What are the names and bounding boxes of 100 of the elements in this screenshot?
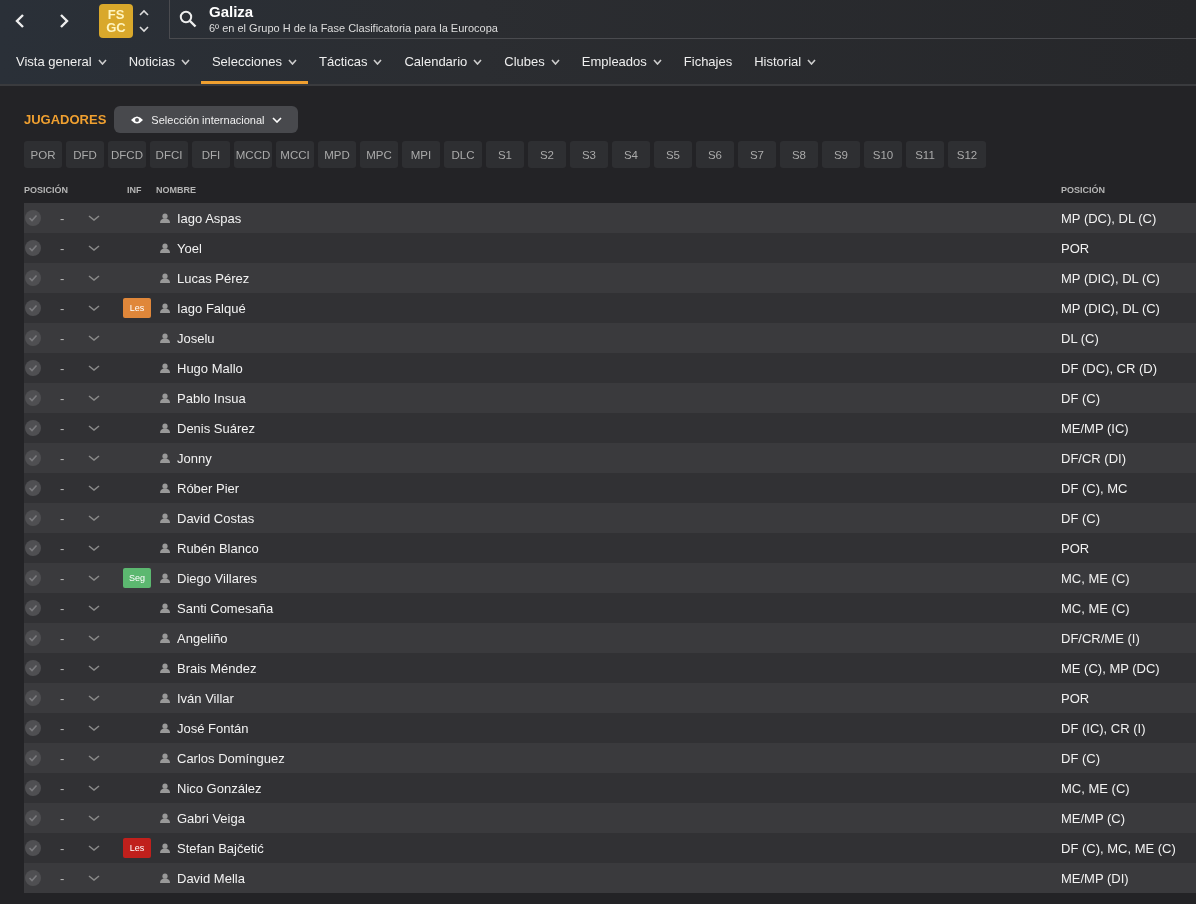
player-row[interactable]: - Rubén Blanco POR (24, 533, 1196, 563)
player-name[interactable]: Iago Aspas (177, 210, 242, 226)
nav-tab[interactable]: Fichajes (672, 42, 744, 84)
player-name[interactable]: Gabri Veiga (177, 810, 245, 826)
player-name[interactable]: Jonny (177, 450, 212, 466)
position-filter-button[interactable]: MPI (402, 141, 440, 168)
position-filter-button[interactable]: MCCD (234, 141, 272, 168)
chevron-down-icon[interactable] (88, 275, 100, 281)
chevron-down-icon[interactable] (88, 365, 100, 371)
nav-tab[interactable]: Selecciones (200, 42, 308, 84)
chevron-down-icon[interactable] (88, 845, 100, 851)
player-row[interactable]: - Seg Diego Villares MC, ME (C) (24, 563, 1196, 593)
chevron-down-icon[interactable] (88, 755, 100, 761)
position-filter-button[interactable]: MPC (360, 141, 398, 168)
player-name[interactable]: Brais Méndez (177, 660, 257, 676)
chevron-down-icon[interactable] (88, 215, 100, 221)
player-row[interactable]: - Jonny DF/CR (DI) (24, 443, 1196, 473)
player-row[interactable]: - Angeliño DF/CR/ME (I) (24, 623, 1196, 653)
position-filter-button[interactable]: POR (24, 141, 62, 168)
chevron-down-icon[interactable] (88, 455, 100, 461)
player-row[interactable]: - Iván Villar POR (24, 683, 1196, 713)
position-filter-button[interactable]: S4 (612, 141, 650, 168)
chevron-down-icon[interactable] (88, 425, 100, 431)
player-name[interactable]: Rubén Blanco (177, 540, 259, 556)
chevron-down-icon[interactable] (88, 605, 100, 611)
player-name[interactable]: Yoel (177, 240, 202, 256)
player-name[interactable]: José Fontán (177, 720, 249, 736)
player-row[interactable]: - Nico González MC, ME (C) (24, 773, 1196, 803)
player-row[interactable]: - Yoel POR (24, 233, 1196, 263)
chevron-down-icon[interactable] (88, 245, 100, 251)
position-filter-button[interactable]: S1 (486, 141, 524, 168)
chevron-down-icon[interactable] (88, 395, 100, 401)
player-name[interactable]: David Mella (177, 870, 245, 886)
player-name[interactable]: Santi Comesaña (177, 600, 274, 616)
position-filter-button[interactable]: S11 (906, 141, 944, 168)
player-name[interactable]: Pablo Insua (177, 390, 246, 406)
nav-tab[interactable]: Clubes (493, 42, 571, 84)
player-row[interactable]: - José Fontán DF (IC), CR (I) (24, 713, 1196, 743)
chevron-down-icon[interactable] (88, 575, 100, 581)
player-row[interactable]: - Pablo Insua DF (C) (24, 383, 1196, 413)
position-filter-button[interactable]: S5 (654, 141, 692, 168)
chevron-down-icon[interactable] (88, 785, 100, 791)
player-name[interactable]: Hugo Mallo (177, 360, 243, 376)
player-row[interactable]: - Santi Comesaña MC, ME (C) (24, 593, 1196, 623)
player-name[interactable]: Carlos Domínguez (177, 750, 285, 766)
player-row[interactable]: - Róber Pier DF (C), MC (24, 473, 1196, 503)
player-row[interactable]: - Les Stefan Bajčetić DF (C), MC, ME (C) (24, 833, 1196, 863)
search-field[interactable]: Galiza 6º en el Grupo H de la Fase Clasificatoria para la Eurocopa (169, 0, 1196, 39)
player-row[interactable]: - Gabri Veiga ME/MP (C) (24, 803, 1196, 833)
position-filter-button[interactable]: DLC (444, 141, 482, 168)
chevron-down-icon[interactable] (88, 545, 100, 551)
player-name[interactable]: Iago Falqué (177, 300, 246, 316)
position-filter-button[interactable]: S2 (528, 141, 566, 168)
player-row[interactable]: - David Mella ME/MP (DI) (24, 863, 1196, 893)
chevron-down-icon[interactable] (88, 695, 100, 701)
view-dropdown-button[interactable]: Selección internacional (114, 106, 298, 133)
player-row[interactable]: - Iago Aspas MP (DC), DL (C) (24, 203, 1196, 233)
player-row[interactable]: - Denis Suárez ME/MP (IC) (24, 413, 1196, 443)
player-row[interactable]: - Brais Méndez ME (C), MP (DC) (24, 653, 1196, 683)
position-filter-button[interactable]: DFCI (150, 141, 188, 168)
player-name[interactable]: Angeliño (177, 630, 228, 646)
player-row[interactable]: - Lucas Pérez MP (DIC), DL (C) (24, 263, 1196, 293)
position-filter-button[interactable]: MPD (318, 141, 356, 168)
nav-tab[interactable]: Historial (743, 42, 828, 84)
player-name[interactable]: Róber Pier (177, 480, 240, 496)
position-filter-button[interactable]: S8 (780, 141, 818, 168)
player-row[interactable]: - Les Iago Falqué MP (DIC), DL (C) (24, 293, 1196, 323)
chevron-down-icon[interactable] (88, 725, 100, 731)
nav-tab[interactable]: Noticias (117, 42, 201, 84)
chevron-down-icon[interactable] (88, 815, 100, 821)
position-filter-button[interactable]: S9 (822, 141, 860, 168)
chevron-down-icon[interactable] (88, 665, 100, 671)
nav-tab[interactable]: Vista general (5, 42, 118, 84)
player-name[interactable]: David Costas (177, 510, 255, 526)
player-name[interactable]: Lucas Pérez (177, 270, 250, 286)
player-name[interactable]: Joselu (177, 330, 215, 346)
chevron-down-icon[interactable] (88, 485, 100, 491)
chevron-down-icon[interactable] (88, 875, 100, 881)
chevron-down-icon[interactable] (88, 635, 100, 641)
nav-tab[interactable]: Empleados (570, 42, 673, 84)
nav-tab[interactable]: Calendario (393, 42, 494, 84)
position-filter-button[interactable]: S7 (738, 141, 776, 168)
position-filter-button[interactable]: MCCI (276, 141, 314, 168)
position-filter-button[interactable]: DFD (66, 141, 104, 168)
nav-tab[interactable]: Tácticas (308, 42, 394, 84)
player-name[interactable]: Denis Suárez (177, 420, 256, 436)
position-filter-button[interactable]: S10 (864, 141, 902, 168)
position-filter-button[interactable]: S3 (570, 141, 608, 168)
player-row[interactable]: - Carlos Domínguez DF (C) (24, 743, 1196, 773)
player-row[interactable]: - Hugo Mallo DF (DC), CR (D) (24, 353, 1196, 383)
up-down-arrows-icon[interactable] (139, 8, 149, 34)
position-filter-button[interactable]: S6 (696, 141, 734, 168)
position-filter-button[interactable]: S12 (948, 141, 986, 168)
player-name[interactable]: Stefan Bajčetić (177, 840, 264, 856)
player-row[interactable]: - Joselu DL (C) (24, 323, 1196, 353)
player-name[interactable]: Nico González (177, 780, 262, 796)
player-name[interactable]: Iván Villar (177, 690, 234, 706)
position-filter-button[interactable]: DFCD (108, 141, 146, 168)
player-name[interactable]: Diego Villares (177, 570, 257, 586)
chevron-down-icon[interactable] (88, 515, 100, 521)
